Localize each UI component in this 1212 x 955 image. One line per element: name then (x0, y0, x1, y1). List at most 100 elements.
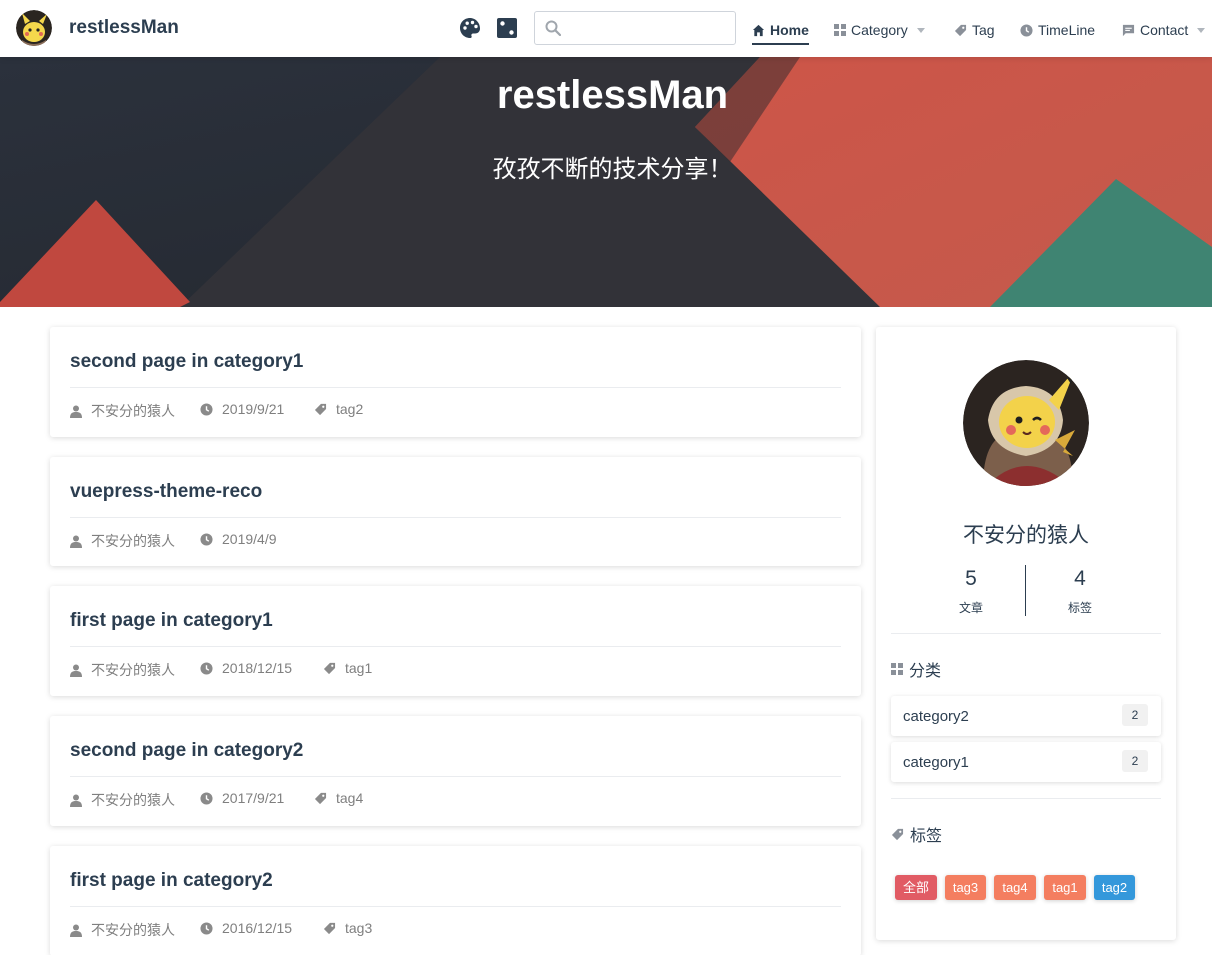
post-title[interactable]: second page in category1 (70, 351, 303, 373)
brand-link[interactable]: restlessMan (16, 10, 179, 46)
chevron-down-icon (916, 27, 925, 33)
tag-chip[interactable]: tag2 (1094, 875, 1135, 900)
palette-icon[interactable] (459, 17, 481, 39)
dice-icon[interactable] (496, 17, 518, 39)
tag-icon (314, 403, 327, 415)
tag-chip[interactable]: tag3 (945, 875, 986, 900)
category-name: category1 (903, 754, 969, 771)
category-name: category2 (903, 708, 969, 725)
nav-category[interactable]: Category (834, 19, 925, 41)
category-grid-icon (891, 663, 903, 675)
hero-banner: restlessMan 孜孜不断的技术分享！ (0, 57, 1212, 307)
post-card: first page in category2 不安分的猿人 2016/12/1… (50, 846, 861, 955)
post-title[interactable]: second page in category2 (70, 740, 303, 762)
stat-number: 5 (965, 567, 977, 590)
home-icon (752, 24, 765, 36)
post-date-text: 2016/12/15 (222, 920, 293, 936)
divider (891, 798, 1161, 799)
tag-heading-label: 标签 (910, 828, 943, 845)
category-count-badge: 2 (1122, 704, 1148, 726)
post-date-text: 2018/12/15 (222, 660, 293, 676)
nav-category-label: Category (851, 22, 908, 38)
author-name: 不安分的猿人 (963, 524, 1089, 547)
post-tag[interactable]: tag1 (323, 660, 372, 676)
post-tag[interactable]: tag4 (314, 790, 363, 806)
divider (891, 633, 1161, 634)
user-icon (70, 664, 82, 677)
post-title[interactable]: first page in category2 (70, 870, 273, 892)
post-author-name: 不安分的猿人 (91, 662, 175, 678)
post-card: vuepress-theme-reco 不安分的猿人 2019/4/9 (50, 457, 861, 566)
divider (70, 517, 841, 518)
post-tag[interactable]: tag2 (314, 401, 363, 417)
post-author: 不安分的猿人 (70, 401, 175, 421)
post-card: second page in category1 不安分的猿人 2019/9/2… (50, 327, 861, 437)
nav-timeline-label: TimeLine (1038, 22, 1096, 38)
post-tag-label: tag4 (336, 790, 364, 806)
tag-icon (323, 922, 336, 934)
post-tag-label: tag3 (345, 920, 373, 936)
hero-description: 孜孜不断的技术分享！ (492, 156, 733, 183)
search-icon (545, 20, 561, 36)
stat-number: 4 (1074, 567, 1086, 590)
divider (70, 387, 841, 388)
stat-label: 标签 (1067, 601, 1092, 615)
search-box[interactable] (534, 11, 736, 45)
stat-tags: 4 标签 (1025, 567, 1135, 616)
post-author: 不安分的猿人 (70, 660, 175, 680)
tag-chip[interactable]: tag4 (994, 875, 1036, 900)
post-date-text: 2017/9/21 (222, 790, 285, 806)
clock-icon (200, 791, 213, 805)
stat-articles: 5 文章 (916, 567, 1026, 616)
clock-icon (200, 402, 213, 416)
post-title[interactable]: first page in category1 (70, 610, 273, 632)
site-logo-avatar (16, 10, 52, 46)
nav-home[interactable]: Home (752, 19, 809, 45)
search-input[interactable] (569, 18, 729, 40)
divider (70, 776, 841, 777)
category-heading-label: 分类 (909, 663, 942, 680)
user-icon (70, 794, 82, 807)
navbar: restlessMan Home Category Tag TimeLine C… (0, 0, 1212, 57)
nav-contact[interactable]: Contact (1122, 19, 1206, 41)
category-grid-icon (834, 24, 846, 36)
clock-icon (1020, 23, 1033, 37)
user-icon (70, 535, 82, 548)
post-tag[interactable]: tag3 (323, 920, 372, 936)
post-author-name: 不安分的猿人 (91, 792, 175, 808)
nav-timeline[interactable]: TimeLine (1020, 19, 1095, 41)
tag-icon (954, 24, 967, 36)
message-icon (1122, 24, 1135, 36)
author-avatar (963, 360, 1089, 486)
nav-tag-label: Tag (972, 22, 995, 38)
clock-icon (200, 661, 213, 675)
post-author-name: 不安分的猿人 (91, 403, 175, 419)
post-date-text: 2019/4/9 (222, 531, 277, 547)
post-title[interactable]: vuepress-theme-reco (70, 481, 262, 503)
nav-tag[interactable]: Tag (954, 19, 995, 41)
post-author: 不安分的猿人 (70, 790, 175, 810)
category-item[interactable]: category2 2 (891, 696, 1161, 736)
post-date: 2016/12/15 (200, 920, 292, 936)
nav-contact-label: Contact (1140, 22, 1189, 38)
post-date: 2019/4/9 (200, 531, 277, 547)
user-icon (70, 924, 82, 937)
clock-icon (200, 532, 213, 546)
post-tag-label: tag1 (345, 660, 373, 676)
post-author: 不安分的猿人 (70, 531, 175, 551)
nav-home-label: Home (770, 22, 809, 38)
user-icon (70, 405, 82, 418)
post-tag-label: tag2 (336, 401, 364, 417)
post-author-name: 不安分的猿人 (91, 922, 175, 938)
tag-heading: 标签 (891, 822, 942, 846)
divider (70, 906, 841, 907)
tag-chip-all[interactable]: 全部 (895, 875, 937, 900)
tag-chip[interactable]: tag1 (1044, 875, 1086, 900)
category-item[interactable]: category1 2 (891, 742, 1161, 782)
post-card: second page in category2 不安分的猿人 2017/9/2… (50, 716, 861, 826)
post-card: first page in category1 不安分的猿人 2018/12/1… (50, 586, 861, 696)
post-author: 不安分的猿人 (70, 920, 175, 940)
category-count-badge: 2 (1122, 750, 1148, 772)
divider (70, 646, 841, 647)
tag-icon (891, 828, 904, 840)
